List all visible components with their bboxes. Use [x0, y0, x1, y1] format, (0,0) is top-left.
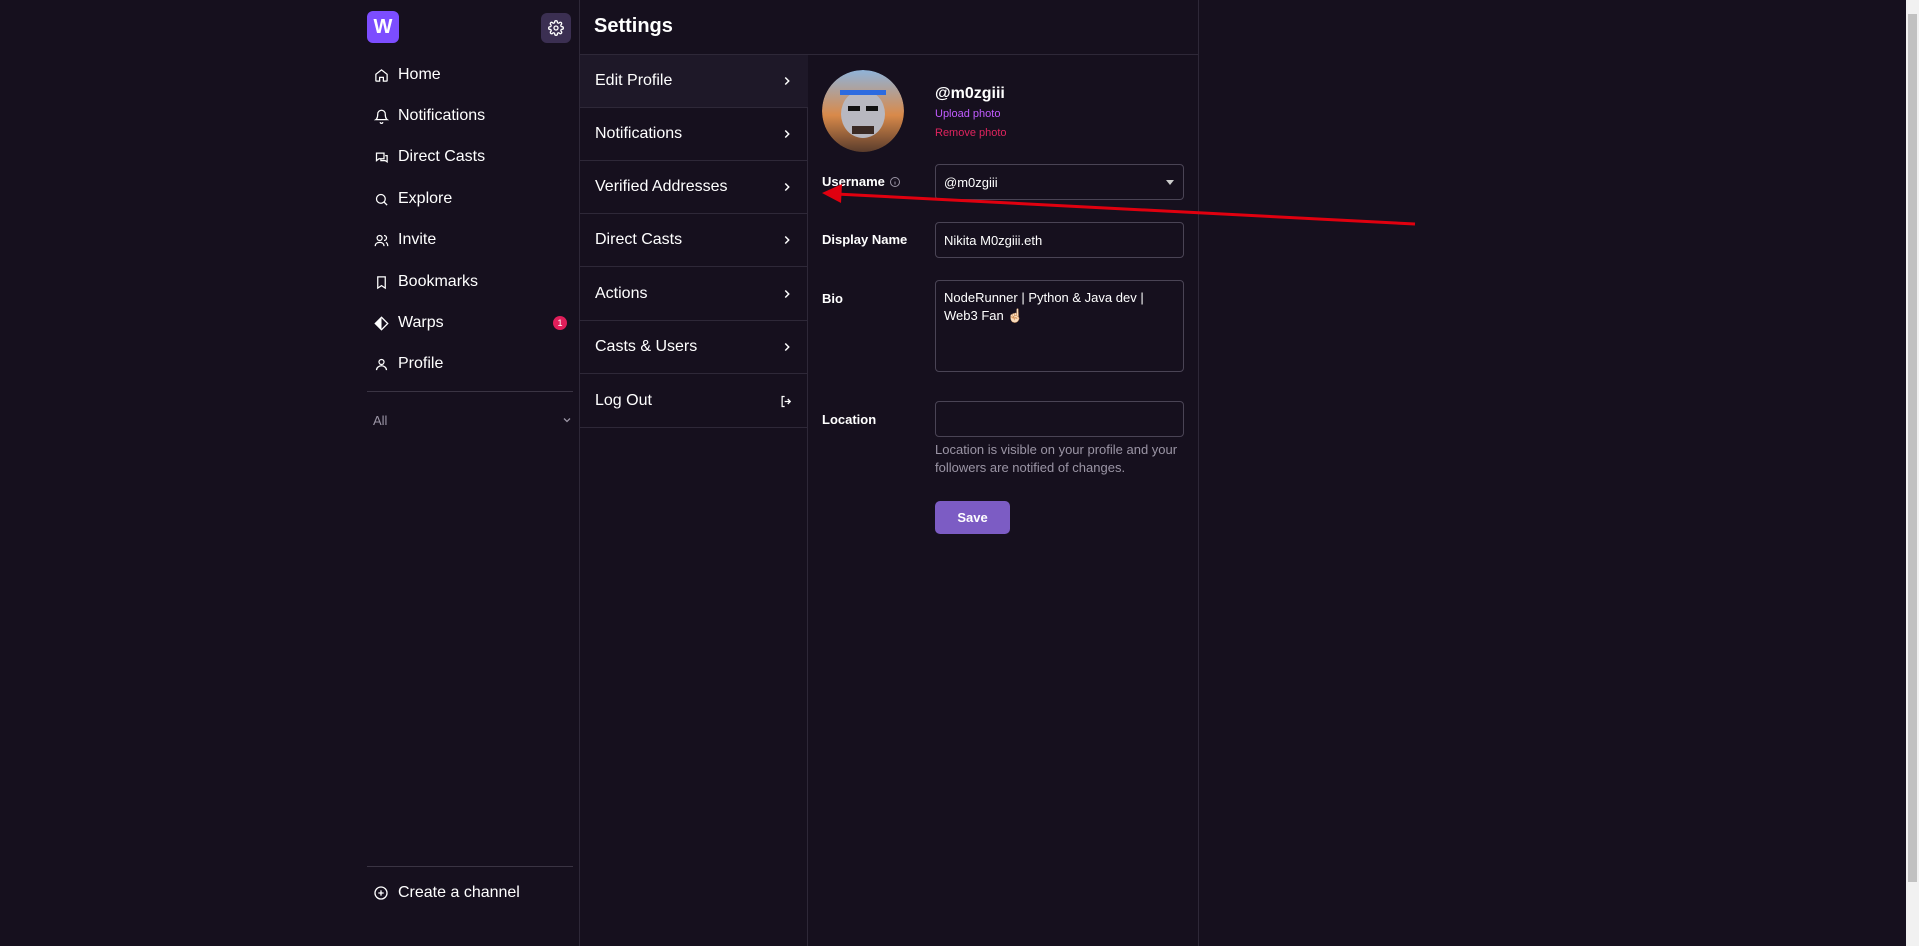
create-channel-button[interactable]: Create a channel: [373, 878, 573, 908]
chevron-right-icon: [784, 342, 790, 352]
left-sidebar: W Home Notifications Direct Casts Explor…: [367, 0, 573, 946]
sidebar-item-label: Explore: [398, 190, 453, 207]
settings-menu-casts-users[interactable]: Casts & Users: [580, 321, 808, 374]
caret-down-icon: [1166, 180, 1174, 185]
profile-handle: @m0zgiii: [935, 85, 1005, 102]
diamond-icon: [373, 315, 390, 332]
settings-menu-direct-casts[interactable]: Direct Casts: [580, 214, 808, 267]
sidebar-item-label: Direct Casts: [398, 148, 486, 165]
bio-label: Bio: [822, 291, 843, 306]
sidebar-item-profile[interactable]: Profile: [373, 349, 573, 379]
save-button[interactable]: Save: [935, 501, 1010, 534]
settings-menu-actions[interactable]: Actions: [580, 268, 808, 321]
sidebar-item-warps[interactable]: Warps 1: [373, 308, 573, 338]
username-label-row: Username: [822, 174, 901, 189]
remove-photo-link[interactable]: Remove photo: [935, 127, 1007, 139]
sidebar-item-bookmarks[interactable]: Bookmarks: [373, 267, 573, 297]
search-icon: [373, 191, 390, 208]
gear-icon: [548, 20, 564, 36]
menu-item-label: Log Out: [595, 392, 652, 409]
settings-menu-verified-addresses[interactable]: Verified Addresses: [580, 161, 808, 214]
info-icon[interactable]: [889, 176, 901, 188]
channel-filter-dropdown[interactable]: All: [373, 408, 573, 432]
sidebar-item-label: Warps: [398, 314, 444, 331]
settings-gear-button[interactable]: [541, 13, 571, 43]
logout-icon: [781, 395, 792, 407]
bookmark-icon: [373, 274, 390, 291]
sidebar-item-label: Home: [398, 66, 441, 83]
chat-icon: [373, 149, 390, 166]
sidebar-item-notifications[interactable]: Notifications: [373, 101, 573, 131]
warps-count-badge: 1: [553, 316, 567, 330]
channel-filter-label: All: [373, 412, 388, 428]
sidebar-item-label: Bookmarks: [398, 273, 479, 290]
menu-item-label: Actions: [595, 285, 648, 302]
bio-textarea[interactable]: NodeRunner | Python & Java dev | Web3 Fa…: [935, 280, 1184, 372]
chevron-right-icon: [784, 182, 790, 192]
sidebar-bottom-divider: [367, 866, 573, 867]
scrollbar-thumb[interactable]: [1908, 14, 1917, 882]
page-title: Settings: [594, 15, 673, 37]
menu-item-label: Casts & Users: [595, 338, 698, 355]
menu-item-label: Verified Addresses: [595, 178, 728, 195]
plus-circle-icon: [373, 885, 390, 902]
sidebar-item-label: Notifications: [398, 107, 486, 124]
app-logo[interactable]: W: [367, 11, 399, 43]
location-label: Location: [822, 412, 877, 427]
username-value: @m0zgiii: [944, 174, 998, 190]
sidebar-item-invite[interactable]: Invite: [373, 225, 573, 255]
location-hint: Location is visible on your profile and …: [935, 442, 1178, 475]
chevron-right-icon: [784, 289, 790, 299]
menu-item-label: Direct Casts: [595, 231, 683, 248]
settings-menu-notifications[interactable]: Notifications: [580, 108, 808, 161]
chevron-right-icon: [784, 235, 790, 245]
chevron-right-icon: [784, 129, 790, 139]
users-icon: [373, 232, 390, 249]
sidebar-item-home[interactable]: Home: [373, 60, 573, 90]
sidebar-divider: [367, 391, 573, 392]
home-icon: [373, 67, 390, 84]
menu-item-label: Edit Profile: [595, 72, 673, 89]
settings-menu-log-out[interactable]: Log Out: [580, 375, 808, 428]
upload-photo-link[interactable]: Upload photo: [935, 108, 1000, 120]
user-icon: [373, 356, 390, 373]
location-input[interactable]: [935, 401, 1184, 437]
menu-item-label: Notifications: [595, 125, 683, 142]
chevron-right-icon: [784, 76, 790, 86]
sidebar-item-direct-casts[interactable]: Direct Casts: [373, 142, 573, 172]
sidebar-item-explore[interactable]: Explore: [373, 184, 573, 214]
chevron-down-icon: [563, 418, 571, 423]
sidebar-item-label: Profile: [398, 355, 444, 372]
settings-menu-edit-profile[interactable]: Edit Profile: [580, 55, 808, 108]
bio-value: NodeRunner | Python & Java dev | Web3 Fa…: [944, 290, 1144, 323]
settings-column-right-border: [1198, 0, 1199, 946]
avatar: [822, 70, 904, 152]
bell-icon: [373, 108, 390, 125]
create-channel-label: Create a channel: [398, 884, 520, 901]
display-name-input[interactable]: [935, 222, 1184, 258]
username-select[interactable]: @m0zgiii: [935, 164, 1184, 200]
username-label: Username: [822, 174, 885, 189]
sidebar-item-label: Invite: [398, 231, 437, 248]
display-name-label: Display Name: [822, 232, 908, 247]
